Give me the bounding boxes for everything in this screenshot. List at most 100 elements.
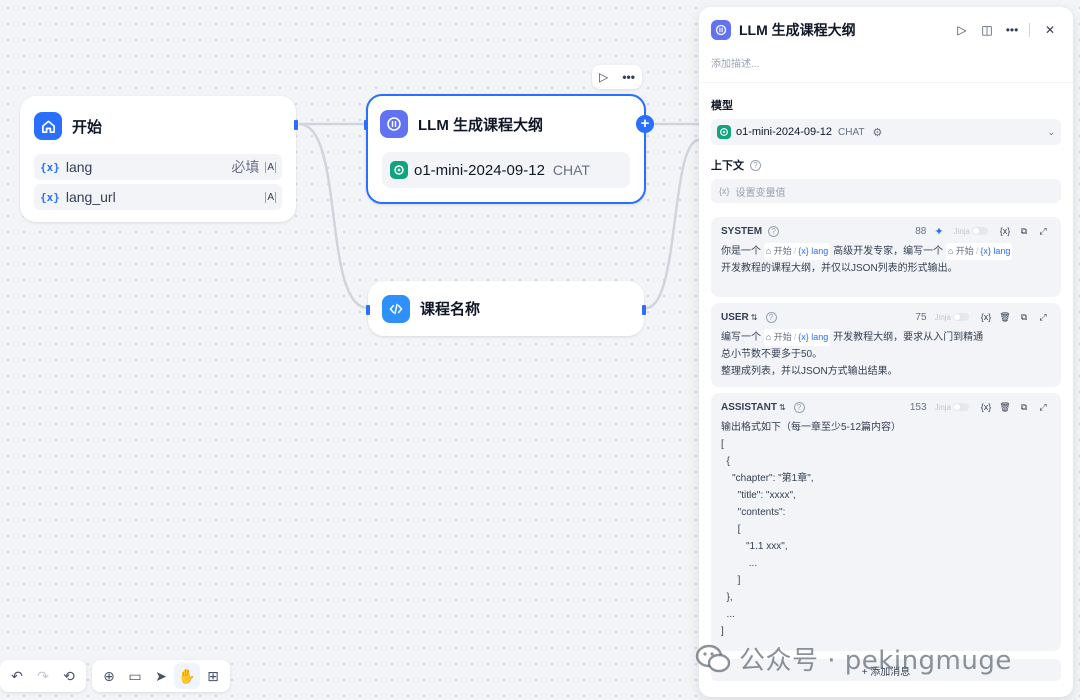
openai-icon [717, 125, 731, 139]
assistant-message[interactable]: ASSISTANT ⇅ ? 153 Jinja {x} 🗑 ⧉ ⤢ 输出格式如下… [711, 393, 1061, 651]
variable-icon: {x} [40, 160, 60, 174]
jinja-toggle[interactable]: Jinja [935, 403, 969, 412]
variable-icon: {x} [40, 190, 60, 204]
divider [1029, 23, 1030, 37]
canvas-toolbar: ↶ ↷ ⟲ ⊕ ▭ ➤ ✋ ⊞ [0, 660, 230, 692]
history-icon[interactable]: ⟲ [56, 663, 82, 689]
home-icon [34, 112, 62, 140]
message-line: [ [721, 524, 741, 535]
code-output-handle[interactable] [642, 305, 646, 315]
start-output-handle[interactable] [294, 120, 298, 130]
text-type-icon: A [265, 161, 276, 173]
message-line: ... [721, 609, 735, 620]
copy-icon[interactable]: ⧉ [1016, 399, 1032, 415]
context-label: 上下文? [711, 157, 1061, 173]
expand-icon[interactable]: ⤢ [1035, 309, 1051, 325]
pointer-icon[interactable]: ➤ [148, 663, 174, 689]
help-icon[interactable]: ? [750, 159, 761, 171]
variable-reference: ⌂ 开始 / {x} lang [763, 329, 831, 346]
var-required: 必填 [231, 159, 260, 175]
redo-icon[interactable]: ↷ [30, 663, 56, 689]
message-line: [ [721, 439, 724, 450]
variable-reference: ⌂ 开始 / {x} lang [945, 243, 1013, 260]
run-step-icon[interactable]: ▷ [951, 19, 973, 41]
node-config-panel: LLM 生成课程大纲 ▷ ◫ ••• ✕ 添加描述... 模型 o1-mini-… [699, 7, 1073, 697]
context-variable-input[interactable]: {x} 设置变量值 [711, 179, 1061, 203]
jinja-toggle[interactable]: Jinja [935, 313, 969, 322]
description-input[interactable]: 添加描述... [711, 55, 1061, 70]
message-body[interactable]: 你是一个 ⌂ 开始 / {x} lang 高级开发专家，编写一个 ⌂ 开始 / {x} … [721, 243, 1051, 277]
ai-sparkle-icon[interactable]: ✦ [934, 225, 943, 238]
var-name: lang_url [65, 189, 116, 205]
token-count: 153 [909, 401, 927, 413]
llm-input-handle[interactable] [364, 120, 368, 130]
expand-icon[interactable]: ⤢ [1035, 399, 1051, 415]
delete-icon[interactable]: 🗑 [997, 309, 1013, 325]
message-body[interactable]: 输出格式如下（每一章至少5-12篇内容） [ { "chapter": "第1章"… [721, 419, 1051, 640]
message-line: "1.1 xxx", [721, 541, 788, 552]
hand-icon[interactable]: ✋ [174, 663, 200, 689]
model-params-icon[interactable]: ⚙ [872, 126, 882, 139]
message-line: "contents": [721, 507, 786, 518]
organize-icon[interactable]: ⊞ [200, 663, 226, 689]
message-line: }, [721, 592, 733, 603]
more-icon[interactable]: ••• [622, 70, 635, 84]
add-note-icon[interactable]: ▭ [122, 663, 148, 689]
start-node[interactable]: 开始 {x} lang 必填 A {x} lang_url A [20, 96, 298, 222]
watermark: 公众号 · pekingmuge [695, 640, 1012, 677]
jinja-toggle[interactable]: Jinja [954, 227, 988, 236]
start-var-lang-url[interactable]: {x} lang_url A [34, 184, 282, 210]
edge-code-out [645, 138, 700, 310]
code-node[interactable]: 课程名称 [366, 281, 646, 336]
model-select[interactable]: o1-mini-2024-09-12 CHAT ⚙ ⌄ [711, 119, 1061, 145]
insert-variable-icon[interactable]: {x} [978, 309, 994, 325]
message-role[interactable]: USER [721, 312, 749, 323]
run-node-icon[interactable]: ▷ [599, 70, 608, 84]
close-icon[interactable]: ✕ [1039, 19, 1061, 41]
role-switch-icon[interactable]: ⇅ [751, 313, 758, 322]
add-node-icon[interactable]: ⊕ [96, 663, 122, 689]
code-node-title: 课程名称 [420, 301, 481, 318]
role-switch-icon[interactable]: ⇅ [779, 403, 786, 412]
message-line: "title": "xxxx", [721, 490, 796, 501]
split-view-icon[interactable]: ◫ [976, 19, 998, 41]
llm-node[interactable]: LLM 生成课程大纲 o1-mini-2024-09-12 CHAT [364, 94, 646, 204]
llm-node-header: LLM 生成课程大纲 [368, 96, 644, 152]
history-controls: ↶ ↷ ⟲ [0, 660, 86, 692]
expand-icon[interactable]: ⤢ [1035, 223, 1051, 239]
message-role[interactable]: ASSISTANT [721, 402, 777, 413]
copy-icon[interactable]: ⧉ [1016, 309, 1032, 325]
start-var-lang[interactable]: {x} lang 必填 A [34, 154, 282, 180]
panel-title[interactable]: LLM 生成课程大纲 [739, 20, 948, 40]
more-icon[interactable]: ••• [1001, 19, 1023, 41]
user-message[interactable]: USER ⇅ ? 75 Jinja {x} 🗑 ⧉ ⤢ 编写一个 ⌂ 开始 / {x… [711, 303, 1061, 387]
llm-icon [380, 110, 408, 138]
edge-start-code [298, 122, 369, 310]
message-line: ] [721, 626, 724, 637]
model-mode: CHAT [838, 126, 865, 138]
code-node-header: 课程名称 [370, 283, 642, 334]
llm-model-name: o1-mini-2024-09-12 [414, 161, 545, 179]
system-message[interactable]: SYSTEM ? 88 ✦ Jinja {x} ⧉ ⤢ 你是一个 ⌂ 开始 / {x… [711, 217, 1061, 297]
undo-icon[interactable]: ↶ [4, 663, 30, 689]
code-icon [382, 294, 410, 323]
llm-node-title: LLM 生成课程大纲 [418, 116, 543, 134]
variable-icon: {x} [719, 186, 730, 196]
insert-variable-icon[interactable]: {x} [978, 399, 994, 415]
help-icon[interactable]: ? [768, 225, 780, 237]
add-next-node-icon[interactable]: + [636, 115, 654, 133]
copy-icon[interactable]: ⧉ [1016, 223, 1032, 239]
panel-header: LLM 生成课程大纲 ▷ ◫ ••• ✕ 添加描述... [699, 7, 1073, 83]
message-body[interactable]: 编写一个 ⌂ 开始 / {x} lang 开发教程大纲，要求从入门到精通 总小节数不… [721, 329, 1051, 380]
llm-model-chip: o1-mini-2024-09-12 CHAT [382, 152, 630, 188]
help-icon[interactable]: ? [793, 401, 805, 413]
insert-variable-icon[interactable]: {x} [997, 223, 1013, 239]
node-toolbar: ▷ ••• [592, 65, 642, 89]
help-icon[interactable]: ? [765, 311, 777, 323]
model-name: o1-mini-2024-09-12 [736, 126, 832, 138]
message-line: ] [721, 575, 741, 586]
code-input-handle[interactable] [366, 305, 370, 315]
message-line: ... [721, 558, 758, 569]
delete-icon[interactable]: 🗑 [997, 399, 1013, 415]
llm-model-mode: CHAT [552, 162, 590, 178]
